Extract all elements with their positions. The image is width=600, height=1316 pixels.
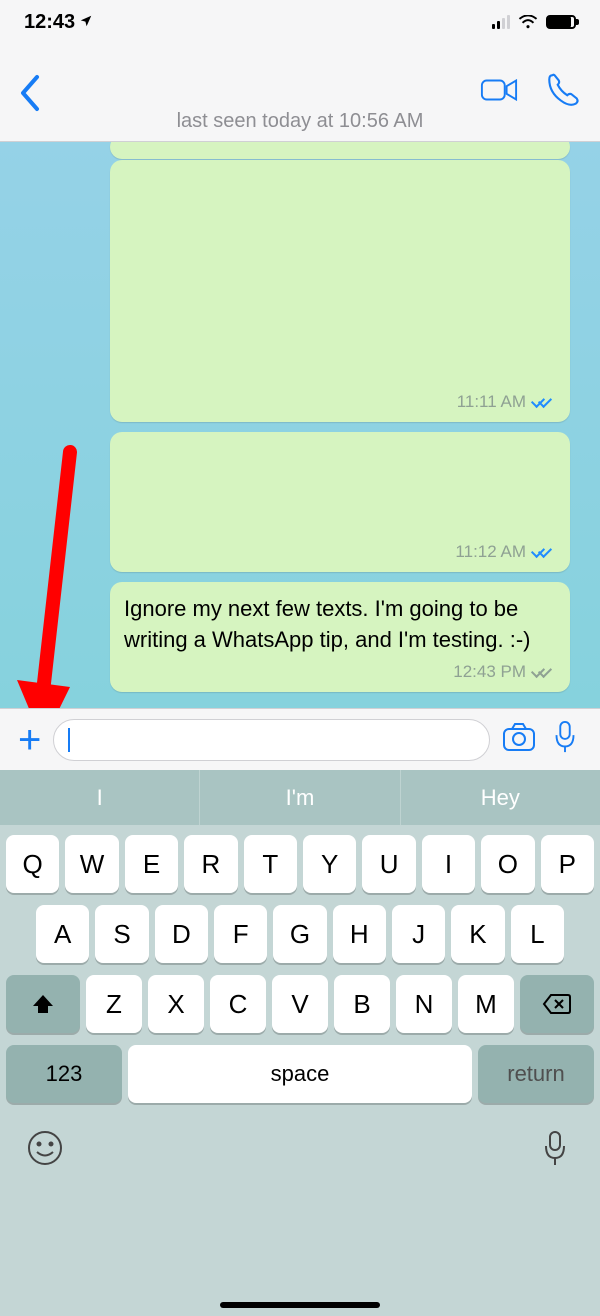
location-icon — [79, 11, 93, 34]
camera-button[interactable] — [502, 720, 536, 759]
key-e[interactable]: E — [125, 835, 178, 893]
key-d[interactable]: D — [155, 905, 208, 963]
chat-area[interactable]: 11:11 AM 11:12 AM Ignore my next few tex… — [0, 142, 600, 708]
key-l[interactable]: L — [511, 905, 564, 963]
emoji-key[interactable] — [26, 1129, 64, 1172]
key-o[interactable]: O — [481, 835, 534, 893]
status-bar: 12:43 — [0, 0, 600, 44]
message-time: 11:12 AM — [455, 540, 556, 564]
key-y[interactable]: Y — [303, 835, 356, 893]
backspace-key[interactable] — [520, 975, 594, 1033]
suggestion[interactable]: I'm — [200, 770, 400, 825]
message-text: Ignore my next few texts. I'm going to b… — [124, 596, 530, 652]
message-bubble[interactable] — [110, 142, 570, 159]
status-icons — [492, 15, 576, 29]
message-time: 11:11 AM — [457, 390, 556, 414]
voice-call-button[interactable] — [544, 71, 582, 114]
key-j[interactable]: J — [392, 905, 445, 963]
key-t[interactable]: T — [244, 835, 297, 893]
key-z[interactable]: Z — [86, 975, 142, 1033]
wifi-icon — [518, 15, 538, 29]
read-tick-icon — [532, 545, 556, 559]
key-m[interactable]: M — [458, 975, 514, 1033]
key-p[interactable]: P — [541, 835, 594, 893]
key-x[interactable]: X — [148, 975, 204, 1033]
key-k[interactable]: K — [451, 905, 504, 963]
home-indicator[interactable] — [220, 1302, 380, 1308]
key-g[interactable]: G — [273, 905, 326, 963]
space-key[interactable]: space — [128, 1045, 472, 1103]
back-button[interactable] — [18, 73, 44, 113]
video-call-button[interactable] — [480, 71, 518, 114]
key-q[interactable]: Q — [6, 835, 59, 893]
mic-button[interactable] — [548, 720, 582, 759]
message-bubble[interactable]: Ignore my next few texts. I'm going to b… — [110, 582, 570, 692]
last-seen-label: last seen today at 10:56 AM — [0, 110, 600, 133]
return-key[interactable]: return — [478, 1045, 594, 1103]
sent-tick-icon — [532, 665, 556, 679]
key-h[interactable]: H — [333, 905, 386, 963]
message-bubble[interactable]: 11:11 AM — [110, 160, 570, 422]
message-bubble[interactable]: 11:12 AM — [110, 432, 570, 572]
attach-button[interactable]: + — [18, 720, 41, 760]
key-i[interactable]: I — [422, 835, 475, 893]
key-b[interactable]: B — [334, 975, 390, 1033]
nav-bar: last seen today at 10:56 AM — [0, 44, 600, 142]
read-tick-icon — [532, 395, 556, 409]
status-time: 12:43 — [24, 11, 75, 34]
signal-icon — [492, 15, 510, 29]
shift-key[interactable] — [6, 975, 80, 1033]
suggestion-bar: I I'm Hey — [0, 770, 600, 825]
key-s[interactable]: S — [95, 905, 148, 963]
keyboard: QWERTYUIOP ASDFGHJKL ZXCVBNM 123 space r… — [0, 825, 600, 1316]
suggestion[interactable]: Hey — [401, 770, 600, 825]
input-bar: + — [0, 708, 600, 770]
key-w[interactable]: W — [65, 835, 118, 893]
numbers-key[interactable]: 123 — [6, 1045, 122, 1103]
key-v[interactable]: V — [272, 975, 328, 1033]
key-a[interactable]: A — [36, 905, 89, 963]
key-f[interactable]: F — [214, 905, 267, 963]
dictate-key[interactable] — [536, 1129, 574, 1172]
key-n[interactable]: N — [396, 975, 452, 1033]
suggestion[interactable]: I — [0, 770, 200, 825]
key-c[interactable]: C — [210, 975, 266, 1033]
key-u[interactable]: U — [362, 835, 415, 893]
message-input[interactable] — [53, 719, 490, 761]
battery-icon — [546, 15, 576, 29]
message-time: 12:43 PM — [453, 660, 556, 684]
annotation-arrow — [15, 452, 105, 708]
key-r[interactable]: R — [184, 835, 237, 893]
